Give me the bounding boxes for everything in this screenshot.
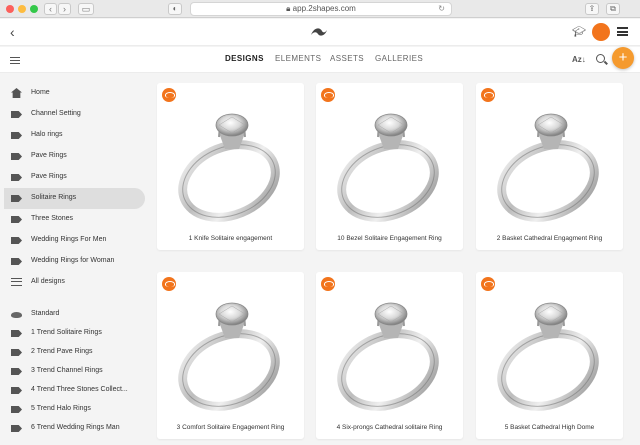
home-icon bbox=[11, 88, 22, 98]
browser-back-icon[interactable]: ‹ bbox=[44, 3, 57, 15]
sidebar-item-label: Home bbox=[31, 89, 50, 96]
sidebar-item-trend-three-stones[interactable]: 4 Trend Three Stones Collect... bbox=[4, 380, 145, 401]
tag-icon bbox=[11, 174, 22, 181]
sort-button[interactable]: Az↓ bbox=[572, 55, 586, 64]
user-avatar[interactable] bbox=[592, 23, 610, 41]
tag-icon bbox=[11, 216, 22, 223]
tag-icon bbox=[11, 153, 22, 160]
tag-icon bbox=[11, 237, 22, 244]
sidebar-item-trend-channel[interactable]: 3 Trend Channel Rings bbox=[4, 361, 145, 382]
url-text: app.2shapes.com bbox=[292, 4, 356, 13]
sidebar-item-label: Channel Setting bbox=[31, 110, 81, 117]
sidebar-item-label: Pave Rings bbox=[31, 152, 67, 159]
tag-icon bbox=[11, 258, 22, 265]
design-card[interactable]: 3 Comfort Solitaire Engagement Ring bbox=[157, 272, 304, 439]
design-title: 4 Six-prongs Cathedral solitaire Ring bbox=[336, 424, 443, 431]
design-card[interactable]: 1 Knife Solitaire engagement bbox=[157, 83, 304, 250]
sidebar-item-label: Wedding Rings For Men bbox=[31, 236, 107, 243]
tab-galleries[interactable]: GALLERIES bbox=[375, 54, 423, 63]
ring-thumbnail bbox=[167, 97, 294, 227]
tag-icon bbox=[11, 330, 22, 337]
browser-toolbar: ‹ › ▭ ◐ 🔒︎ app.2shapes.com ↻ ⇪ ⧉ bbox=[0, 0, 640, 18]
sidebar-item-solitaire-rings[interactable]: Solitaire Rings bbox=[4, 188, 145, 209]
zoom-window-icon[interactable] bbox=[30, 5, 38, 13]
tab-elements[interactable]: ELEMENTS bbox=[275, 54, 321, 63]
ring-thumbnail bbox=[486, 97, 613, 227]
tab-assets[interactable]: ASSETS bbox=[330, 54, 364, 63]
ring-thumbnail bbox=[326, 286, 453, 416]
sidebar-item-label: 3 Trend Channel Rings bbox=[31, 367, 103, 374]
sidebar-item-channel-setting[interactable]: Channel Setting bbox=[4, 104, 145, 125]
privacy-shield-icon[interactable]: ◐ bbox=[168, 3, 182, 15]
design-title: 1 Knife Solitaire engagement bbox=[188, 235, 273, 242]
tag-icon bbox=[11, 195, 22, 202]
2shapes-logo-icon bbox=[311, 28, 327, 36]
design-title: 2 Basket Cathedral Engagment Ring bbox=[496, 235, 603, 242]
sidebar-item-label: 2 Trend Pave Rings bbox=[31, 348, 93, 355]
reload-icon[interactable]: ↻ bbox=[438, 3, 445, 15]
app-header: ‹ 🎓︎ bbox=[0, 19, 640, 46]
sidebar-item-trend-halo[interactable]: 5 Trend Halo Rings bbox=[4, 399, 145, 420]
tag-icon bbox=[11, 406, 22, 413]
design-title: 3 Comfort Solitaire Engagement Ring bbox=[176, 424, 285, 431]
tag-icon bbox=[11, 132, 22, 139]
sidebar-item-home[interactable]: Home bbox=[4, 83, 145, 104]
ring-thumbnail bbox=[326, 97, 453, 227]
tag-icon bbox=[11, 368, 22, 375]
new-tab-icon[interactable]: ⧉ bbox=[606, 3, 620, 15]
sidebar-item-three-stones[interactable]: Three Stones bbox=[4, 209, 145, 230]
tag-icon bbox=[11, 349, 22, 356]
back-icon[interactable]: ‹ bbox=[10, 24, 15, 40]
tag-icon bbox=[11, 387, 22, 394]
sidebar-item-label: 1 Trend Solitaire Rings bbox=[31, 329, 102, 336]
sidebar-item-trend-wedding-man[interactable]: 6 Trend Wedding Rings Man bbox=[4, 418, 145, 439]
design-card[interactable]: 2 Basket Cathedral Engagment Ring bbox=[476, 83, 623, 250]
sidebar-item-all-designs[interactable]: All designs bbox=[4, 272, 145, 293]
sidebar-item-label: Wedding Rings for Woman bbox=[31, 257, 115, 264]
sidebar-item-halo-rings[interactable]: Halo rings bbox=[4, 125, 145, 146]
sidebar-item-label: 6 Trend Wedding Rings Man bbox=[31, 424, 120, 431]
address-bar[interactable]: 🔒︎ app.2shapes.com ↻ bbox=[190, 2, 452, 16]
sidebar-toggle-icon[interactable]: ▭ bbox=[78, 3, 94, 15]
ring-thumbnail bbox=[167, 286, 294, 416]
tab-designs[interactable]: DESIGNS bbox=[225, 54, 264, 63]
search-icon[interactable] bbox=[596, 54, 605, 63]
sidebar-menu-icon[interactable] bbox=[10, 57, 20, 64]
tag-icon bbox=[11, 425, 22, 432]
close-window-icon[interactable] bbox=[6, 5, 14, 13]
sidebar-item-label: Three Stones bbox=[31, 215, 74, 222]
sidebar-item-label: 5 Trend Halo Rings bbox=[31, 405, 91, 412]
sidebar-item-trend-solitaire[interactable]: 1 Trend Solitaire Rings bbox=[4, 323, 145, 344]
section-tabs: DESIGNS ELEMENTS ASSETS GALLERIES Az↓ bbox=[0, 47, 640, 73]
sidebar-item-label: Pave Rings bbox=[31, 173, 67, 180]
sidebar-item-pave-rings[interactable]: Pave Rings bbox=[4, 146, 145, 167]
ring-thumbnail bbox=[486, 286, 613, 416]
sidebar-item-wedding-rings-woman[interactable]: Wedding Rings for Woman bbox=[4, 251, 145, 272]
design-card[interactable]: 10 Bezel Solitaire Engagement Ring bbox=[316, 83, 463, 250]
menu-icon[interactable] bbox=[617, 27, 628, 36]
sidebar-item-label: Halo rings bbox=[31, 131, 63, 138]
add-design-button[interactable]: + bbox=[612, 47, 634, 69]
browser-forward-icon[interactable]: › bbox=[58, 3, 71, 15]
list-icon bbox=[11, 278, 22, 286]
sidebar-item-trend-pave[interactable]: 2 Trend Pave Rings bbox=[4, 342, 145, 363]
sidebar-item-label: 4 Trend Three Stones Collect... bbox=[31, 386, 128, 393]
sidebar-item-label: Solitaire Rings bbox=[31, 194, 77, 201]
minimize-window-icon[interactable] bbox=[18, 5, 26, 13]
design-card[interactable]: 4 Six-prongs Cathedral solitaire Ring bbox=[316, 272, 463, 439]
tag-icon bbox=[11, 111, 22, 118]
sidebar-item-pave-rings-2[interactable]: Pave Rings bbox=[4, 167, 145, 188]
design-title: 10 Bezel Solitaire Engagement Ring bbox=[337, 235, 442, 242]
design-title: 5 Basket Cathedral High Dome bbox=[504, 424, 595, 431]
sidebar-item-wedding-rings-men[interactable]: Wedding Rings For Men bbox=[4, 230, 145, 251]
sidebar-item-label: All designs bbox=[31, 278, 65, 285]
lock-icon: 🔒︎ bbox=[286, 4, 291, 13]
sidebar-item-label: Standard bbox=[31, 310, 60, 317]
sidebar: Home Channel Setting Halo rings Pave Rin… bbox=[0, 78, 150, 445]
design-card[interactable]: 5 Basket Cathedral High Dome bbox=[476, 272, 623, 439]
sidebar-item-standard[interactable]: Standard bbox=[4, 304, 145, 325]
share-icon[interactable]: ⇪ bbox=[585, 3, 599, 15]
graduation-cap-icon[interactable]: 🎓︎ bbox=[572, 25, 586, 38]
cloud-icon bbox=[11, 312, 22, 318]
